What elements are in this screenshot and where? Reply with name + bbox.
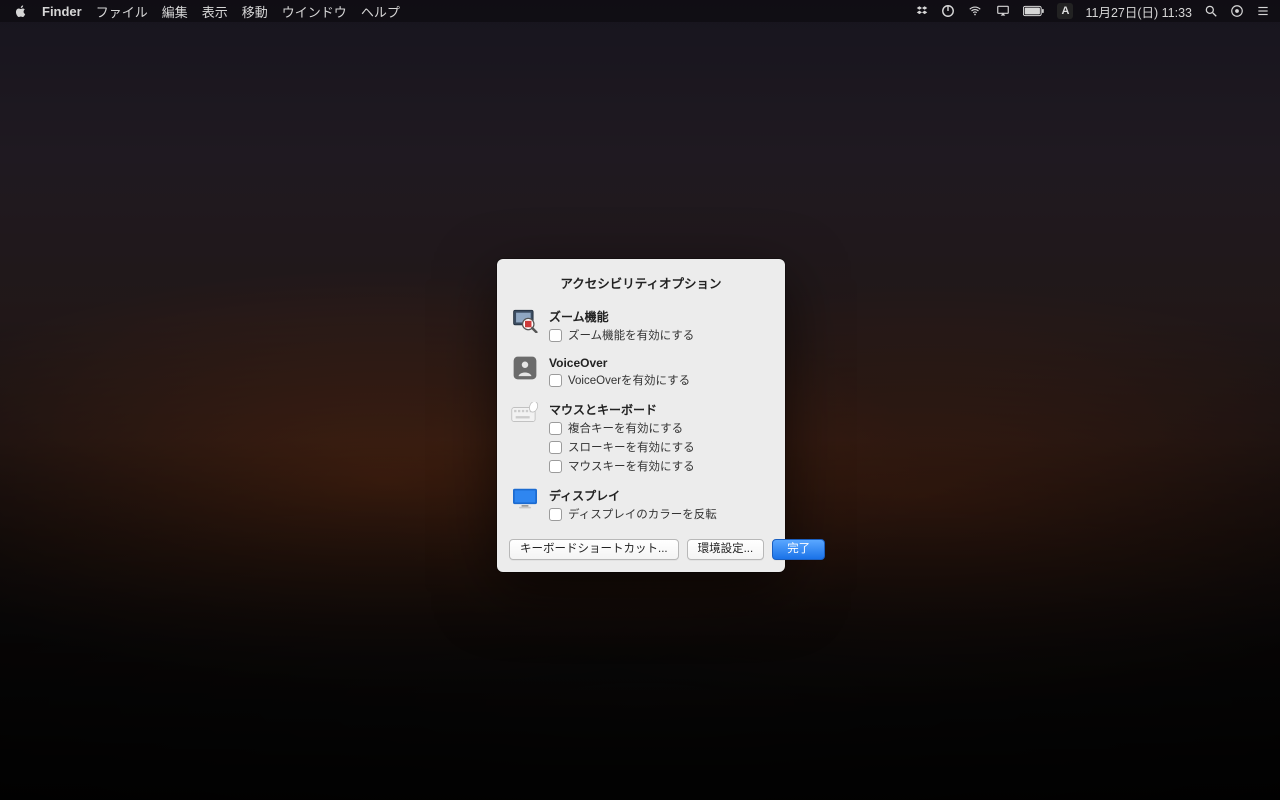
dialog-button-row: キーボードショートカット... 環境設定... 完了 (497, 529, 785, 572)
app-name[interactable]: Finder (42, 4, 82, 19)
dialog-title: アクセシビリティオプション (497, 259, 785, 302)
menubar-clock[interactable]: 11月27日(日) 11:33 (1085, 2, 1192, 21)
option-invert-colors[interactable]: ディスプレイのカラーを反転 (549, 504, 771, 523)
section-voiceover: VoiceOver VoiceOverを有効にする (497, 350, 785, 395)
checkbox[interactable] (549, 508, 562, 521)
voiceover-heading: VoiceOver (549, 356, 771, 370)
display-heading: ディスプレイ (549, 487, 771, 504)
voiceover-icon (511, 354, 539, 382)
section-mouse-keyboard: マウスとキーボード 複合キーを有効にする スローキーを有効にする マウスキーを有… (497, 395, 785, 481)
checkbox[interactable] (549, 329, 562, 342)
dropbox-icon[interactable] (915, 4, 929, 18)
option-label: 複合キーを有効にする (568, 420, 683, 436)
checkbox[interactable] (549, 460, 562, 473)
menu-go[interactable]: 移動 (242, 2, 268, 21)
mouse-keyboard-heading: マウスとキーボード (549, 401, 771, 418)
option-slow-keys[interactable]: スローキーを有効にする (549, 437, 771, 456)
option-label: マウスキーを有効にする (568, 458, 695, 474)
option-label: ディスプレイのカラーを反転 (568, 506, 717, 522)
display-icon (511, 485, 539, 513)
menu-help[interactable]: ヘルプ (361, 2, 400, 21)
menubar: Finder ファイル 編集 表示 移動 ウインドウ ヘルプ A 11月27日(… (0, 0, 1280, 22)
input-source-icon[interactable]: A (1057, 3, 1073, 19)
option-enable-voiceover[interactable]: VoiceOverを有効にする (549, 370, 771, 389)
menu-window[interactable]: ウインドウ (282, 2, 347, 21)
section-display: ディスプレイ ディスプレイのカラーを反転 (497, 481, 785, 529)
keyboard-icon (511, 399, 539, 427)
battery-icon[interactable] (1023, 5, 1045, 17)
accessibility-options-dialog: アクセシビリティオプション ズーム機能 ズーム機能を有効にする VoiceOve… (497, 259, 785, 572)
done-button[interactable]: 完了 (772, 539, 825, 560)
section-zoom: ズーム機能 ズーム機能を有効にする (497, 302, 785, 350)
menu-edit[interactable]: 編集 (162, 2, 188, 21)
option-enable-zoom[interactable]: ズーム機能を有効にする (549, 325, 771, 344)
airplay-icon[interactable] (995, 4, 1011, 18)
power-icon[interactable] (941, 4, 955, 18)
checkbox[interactable] (549, 422, 562, 435)
option-label: スローキーを有効にする (568, 439, 695, 455)
wifi-icon[interactable] (967, 4, 983, 18)
zoom-icon (511, 306, 539, 334)
keyboard-shortcuts-button[interactable]: キーボードショートカット... (509, 539, 679, 560)
checkbox[interactable] (549, 374, 562, 387)
option-label: ズーム機能を有効にする (568, 327, 694, 343)
siri-icon[interactable] (1230, 4, 1244, 18)
preferences-button[interactable]: 環境設定... (687, 539, 765, 560)
checkbox[interactable] (549, 441, 562, 454)
notification-center-icon[interactable] (1256, 4, 1270, 18)
spotlight-icon[interactable] (1204, 4, 1218, 18)
option-label: VoiceOverを有効にする (568, 372, 690, 388)
option-sticky-keys[interactable]: 複合キーを有効にする (549, 418, 771, 437)
zoom-heading: ズーム機能 (549, 308, 771, 325)
menu-file[interactable]: ファイル (96, 2, 148, 21)
option-mouse-keys[interactable]: マウスキーを有効にする (549, 456, 771, 475)
menu-view[interactable]: 表示 (202, 2, 228, 21)
apple-menu-icon[interactable] (14, 4, 28, 18)
